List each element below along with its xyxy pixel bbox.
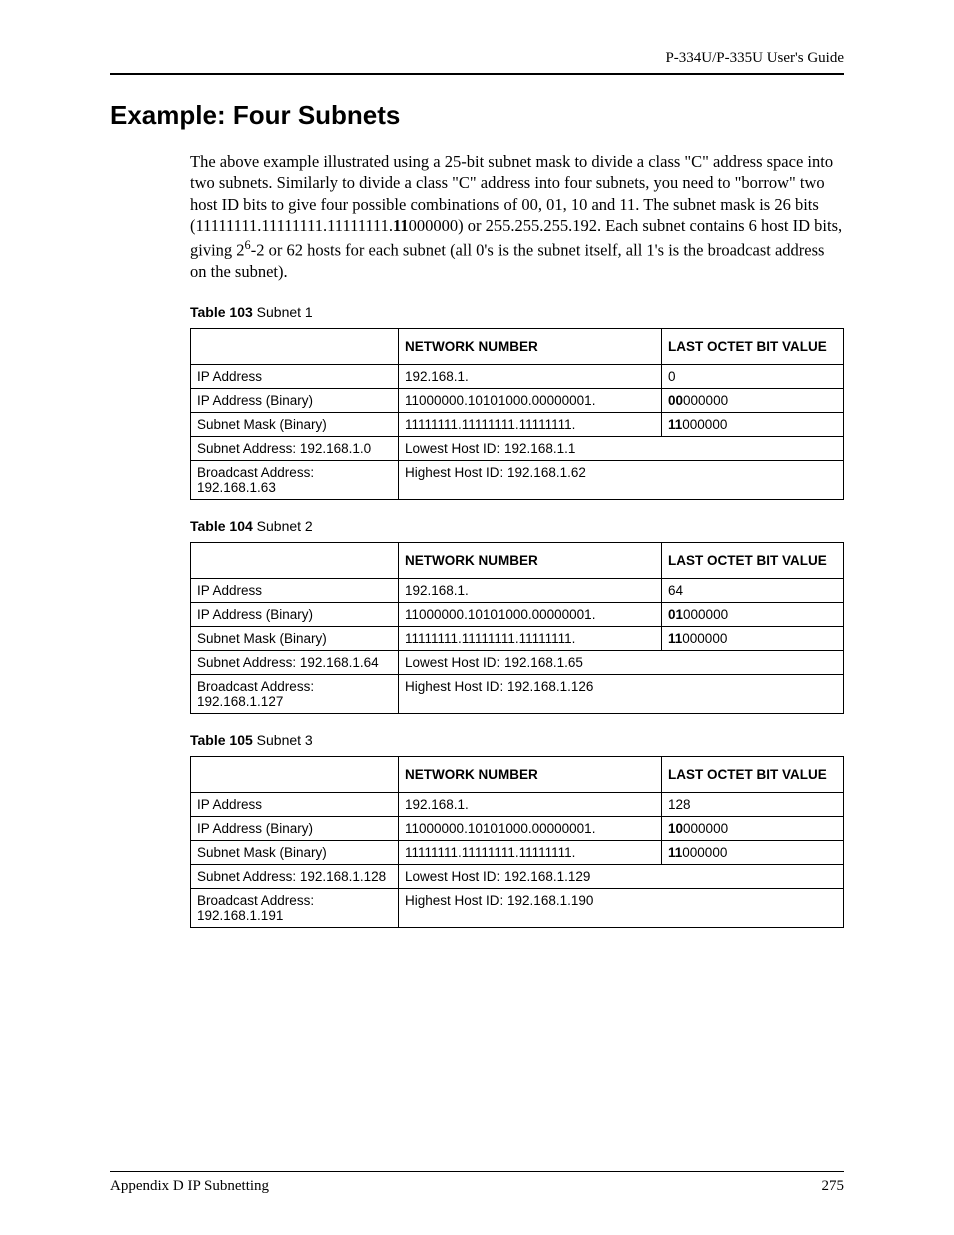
- table-cell: 11000000: [662, 413, 844, 437]
- table-cell: Highest Host ID: 192.168.1.126: [399, 675, 844, 714]
- table-row: IP Address (Binary)11000000.10101000.000…: [191, 603, 844, 627]
- table-header: [191, 329, 399, 365]
- table-row: Broadcast Address: 192.168.1.127Highest …: [191, 675, 844, 714]
- table-cell: 11111111.11111111.11111111.: [399, 841, 662, 865]
- table-cell: 128: [662, 793, 844, 817]
- table-cell: Subnet Address: 192.168.1.0: [191, 437, 399, 461]
- table-title: Subnet 1: [253, 304, 313, 320]
- page-footer: Appendix D IP Subnetting 275: [110, 1171, 844, 1195]
- table-cell: Subnet Mask (Binary): [191, 841, 399, 865]
- table-cell: Subnet Mask (Binary): [191, 413, 399, 437]
- bold-bits: 11: [668, 631, 682, 646]
- table-row: Subnet Address: 192.168.1.0Lowest Host I…: [191, 437, 844, 461]
- table-cell: IP Address: [191, 793, 399, 817]
- subnet-table: NETWORK NUMBERLAST OCTET BIT VALUEIP Add…: [190, 542, 844, 714]
- table-cell: 01000000: [662, 603, 844, 627]
- body-paragraph: The above example illustrated using a 25…: [190, 151, 844, 282]
- table-row: Subnet Mask (Binary)11111111.11111111.11…: [191, 841, 844, 865]
- table-row: IP Address (Binary)11000000.10101000.000…: [191, 389, 844, 413]
- bold-bits: 11: [668, 417, 682, 432]
- guide-title: P-334U/P-335U User's Guide: [665, 50, 844, 66]
- table-header: LAST OCTET BIT VALUE: [662, 329, 844, 365]
- page-number: 275: [822, 1178, 845, 1195]
- table-cell: Lowest Host ID: 192.168.1.65: [399, 651, 844, 675]
- table-caption: Table 103 Subnet 1: [190, 304, 844, 320]
- table-cell: Subnet Mask (Binary): [191, 627, 399, 651]
- appendix-label: Appendix D IP Subnetting: [110, 1178, 269, 1194]
- bold-bits: 00: [668, 393, 683, 408]
- table-cell: IP Address: [191, 579, 399, 603]
- rest-bits: 000000: [682, 631, 727, 646]
- table-number: Table 104: [190, 518, 253, 534]
- rest-bits: 000000: [683, 607, 728, 622]
- table-cell: Lowest Host ID: 192.168.1.129: [399, 865, 844, 889]
- table-cell: 11000000.10101000.00000001.: [399, 389, 662, 413]
- rest-bits: 000000: [683, 821, 728, 836]
- table-number: Table 103: [190, 304, 253, 320]
- table-cell: 11111111.11111111.11111111.: [399, 413, 662, 437]
- table-cell: Broadcast Address: 192.168.1.191: [191, 889, 399, 928]
- rest-bits: 000000: [683, 393, 728, 408]
- table-row: Broadcast Address: 192.168.1.191Highest …: [191, 889, 844, 928]
- table-cell: IP Address (Binary): [191, 817, 399, 841]
- table-header: NETWORK NUMBER: [399, 757, 662, 793]
- table-cell: 11000000.10101000.00000001.: [399, 603, 662, 627]
- rest-bits: 000000: [682, 417, 727, 432]
- table-header: [191, 543, 399, 579]
- table-title: Subnet 2: [253, 518, 313, 534]
- table-cell: 10000000: [662, 817, 844, 841]
- table-header: LAST OCTET BIT VALUE: [662, 543, 844, 579]
- table-row: IP Address192.168.1.128: [191, 793, 844, 817]
- table-row: Broadcast Address: 192.168.1.63Highest H…: [191, 461, 844, 500]
- table-cell: 0: [662, 365, 844, 389]
- table-number: Table 105: [190, 732, 253, 748]
- table-cell: Lowest Host ID: 192.168.1.1: [399, 437, 844, 461]
- table-caption: Table 105 Subnet 3: [190, 732, 844, 748]
- body-text-c: -2 or 62 hosts for each subnet (all 0's …: [190, 240, 824, 280]
- table-row: IP Address192.168.1.0: [191, 365, 844, 389]
- table-cell: 192.168.1.: [399, 579, 662, 603]
- table-cell: 11000000: [662, 627, 844, 651]
- table-cell: Highest Host ID: 192.168.1.62: [399, 461, 844, 500]
- table-cell: Broadcast Address: 192.168.1.127: [191, 675, 399, 714]
- table-cell: 00000000: [662, 389, 844, 413]
- subnet-table: NETWORK NUMBERLAST OCTET BIT VALUEIP Add…: [190, 328, 844, 500]
- table-row: IP Address192.168.1.64: [191, 579, 844, 603]
- table-cell: Subnet Address: 192.168.1.64: [191, 651, 399, 675]
- table-cell: IP Address (Binary): [191, 389, 399, 413]
- bold-bits: 11: [668, 845, 682, 860]
- table-row: Subnet Mask (Binary)11111111.11111111.11…: [191, 627, 844, 651]
- table-cell: IP Address (Binary): [191, 603, 399, 627]
- table-title: Subnet 3: [253, 732, 313, 748]
- table-header: [191, 757, 399, 793]
- table-cell: 64: [662, 579, 844, 603]
- subnet-table: NETWORK NUMBERLAST OCTET BIT VALUEIP Add…: [190, 756, 844, 928]
- page-header: P-334U/P-335U User's Guide: [110, 50, 844, 75]
- table-cell: 192.168.1.: [399, 365, 662, 389]
- body-bold-bits: 11: [393, 216, 409, 235]
- table-header: NETWORK NUMBER: [399, 543, 662, 579]
- table-cell: 192.168.1.: [399, 793, 662, 817]
- table-cell: 11000000.10101000.00000001.: [399, 817, 662, 841]
- table-caption: Table 104 Subnet 2: [190, 518, 844, 534]
- table-cell: Broadcast Address: 192.168.1.63: [191, 461, 399, 500]
- table-header: NETWORK NUMBER: [399, 329, 662, 365]
- table-row: IP Address (Binary)11000000.10101000.000…: [191, 817, 844, 841]
- rest-bits: 000000: [682, 845, 727, 860]
- bold-bits: 01: [668, 607, 683, 622]
- table-row: Subnet Address: 192.168.1.64Lowest Host …: [191, 651, 844, 675]
- table-cell: 11111111.11111111.11111111.: [399, 627, 662, 651]
- table-row: Subnet Mask (Binary)11111111.11111111.11…: [191, 413, 844, 437]
- table-header: LAST OCTET BIT VALUE: [662, 757, 844, 793]
- table-cell: 11000000: [662, 841, 844, 865]
- section-title: Example: Four Subnets: [110, 100, 844, 131]
- bold-bits: 10: [668, 821, 683, 836]
- table-cell: Highest Host ID: 192.168.1.190: [399, 889, 844, 928]
- table-cell: IP Address: [191, 365, 399, 389]
- table-cell: Subnet Address: 192.168.1.128: [191, 865, 399, 889]
- table-row: Subnet Address: 192.168.1.128Lowest Host…: [191, 865, 844, 889]
